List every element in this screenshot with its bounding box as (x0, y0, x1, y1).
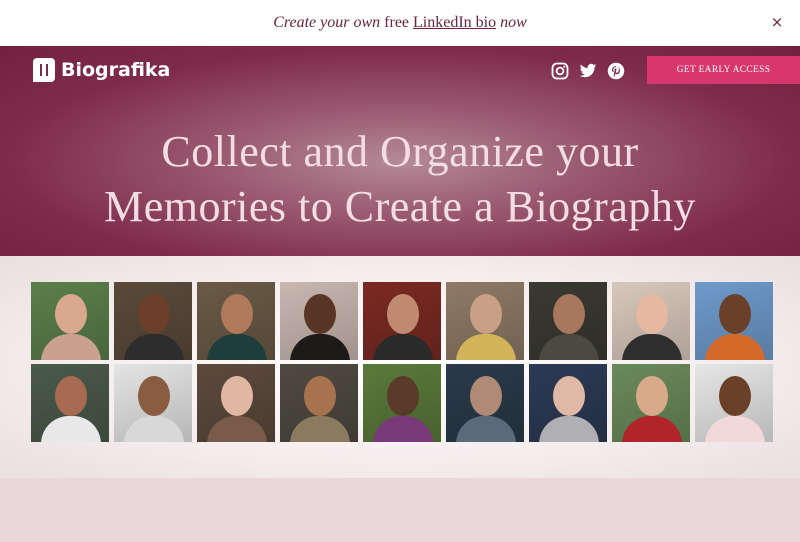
social-links (551, 62, 635, 80)
portrait-photo (363, 282, 441, 360)
portrait-face (553, 294, 585, 334)
logo-icon (33, 58, 55, 82)
headline-line-1: Collect and Organize your (161, 127, 639, 176)
portrait-photo (695, 364, 773, 442)
portrait-shoulders (539, 334, 599, 360)
portrait-photo (612, 282, 690, 360)
portrait-shoulders (705, 334, 765, 360)
portrait-face (470, 376, 502, 416)
announcement-free: free (384, 14, 410, 31)
portrait-shoulders (207, 416, 267, 442)
instagram-icon[interactable] (551, 62, 569, 80)
portrait-face (221, 376, 253, 416)
portrait-shoulders (456, 334, 516, 360)
announcement-text: Create your own free LinkedIn bio now (273, 14, 527, 32)
portrait-face (138, 376, 170, 416)
portrait-face (387, 376, 419, 416)
twitter-icon[interactable] (579, 62, 597, 80)
portrait-shoulders (622, 416, 682, 442)
portrait-shoulders (373, 416, 433, 442)
portrait-shoulders (124, 334, 184, 360)
portrait-photo (31, 282, 109, 360)
portrait-shoulders (41, 334, 101, 360)
portrait-face (138, 294, 170, 334)
portrait-shoulders (290, 416, 350, 442)
bottom-section (0, 478, 800, 542)
portrait-shoulders (456, 416, 516, 442)
portrait-photo (31, 364, 109, 442)
portrait-face (636, 376, 668, 416)
announcement-prefix: Create your own (273, 14, 381, 31)
portrait-photo (197, 282, 275, 360)
portrait-shoulders (622, 334, 682, 360)
portrait-shoulders (290, 334, 350, 360)
portrait-photo (280, 282, 358, 360)
announcement-bar: Create your own free LinkedIn bio now × (0, 0, 800, 46)
portrait-face (470, 294, 502, 334)
portrait-shoulders (373, 334, 433, 360)
portrait-photo (114, 282, 192, 360)
portrait-face (55, 376, 87, 416)
headline-line-2: Memories to Create a Biography (104, 182, 696, 231)
portrait-shoulders (124, 416, 184, 442)
portrait-shoulders (539, 416, 599, 442)
portrait-photo (612, 364, 690, 442)
portrait-shoulders (207, 334, 267, 360)
portrait-face (387, 294, 419, 334)
portrait-photo (529, 282, 607, 360)
linkedin-bio-link[interactable]: LinkedIn bio (413, 14, 496, 31)
portrait-face (304, 376, 336, 416)
portrait-grid (31, 282, 773, 442)
portrait-photo (446, 364, 524, 442)
portrait-photo (529, 364, 607, 442)
portrait-gallery (0, 256, 800, 478)
portrait-face (719, 294, 751, 334)
close-icon[interactable]: × (768, 13, 786, 31)
pinterest-icon[interactable] (607, 62, 625, 80)
portrait-photo (446, 282, 524, 360)
brand-logo[interactable]: Biografika (33, 58, 170, 82)
portrait-photo (363, 364, 441, 442)
portrait-photo (197, 364, 275, 442)
portrait-face (221, 294, 253, 334)
portrait-shoulders (705, 416, 765, 442)
portrait-face (719, 376, 751, 416)
announcement-suffix: now (500, 14, 527, 31)
hero-headline: Collect and Organize your Memories to Cr… (0, 124, 800, 234)
hero-section: Biografika GET EARLY ACCESS Collect and … (0, 46, 800, 256)
portrait-photo (695, 282, 773, 360)
portrait-face (304, 294, 336, 334)
portrait-photo (280, 364, 358, 442)
brand-name: Biografika (61, 59, 171, 81)
portrait-shoulders (41, 416, 101, 442)
portrait-face (636, 294, 668, 334)
portrait-face (55, 294, 87, 334)
get-early-access-button[interactable]: GET EARLY ACCESS (647, 56, 800, 84)
portrait-face (553, 376, 585, 416)
portrait-photo (114, 364, 192, 442)
